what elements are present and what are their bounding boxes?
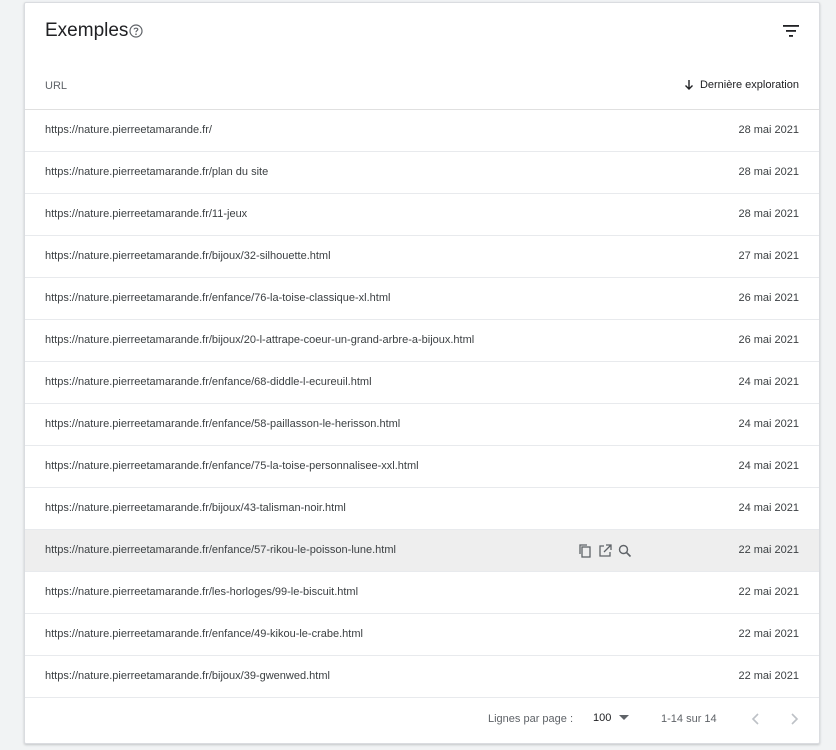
row-actions [577, 543, 633, 559]
row-url[interactable]: https://nature.pierreetamarande.fr/enfan… [45, 418, 400, 430]
table-row[interactable]: https://nature.pierreetamarande.fr/enfan… [25, 446, 819, 488]
table-row[interactable]: https://nature.pierreetamarande.fr/enfan… [25, 362, 819, 404]
examples-card: Exemples URL Dernière exploration https:… [24, 2, 820, 744]
row-last-crawl-date: 24 mai 2021 [738, 376, 799, 388]
previous-page-button[interactable] [745, 708, 767, 730]
column-header-last-crawl-label: Dernière exploration [699, 79, 799, 91]
row-url[interactable]: https://nature.pierreetamarande.fr/enfan… [45, 292, 390, 304]
column-header-url[interactable]: URL [45, 80, 67, 92]
row-url[interactable]: https://nature.pierreetamarande.fr/enfan… [45, 376, 372, 388]
chevron-right-icon [791, 713, 799, 725]
table-row[interactable]: https://nature.pierreetamarande.fr/les-h… [25, 572, 819, 614]
help-circle-icon[interactable] [129, 24, 143, 38]
table-header: URL Dernière exploration [25, 61, 819, 110]
row-last-crawl-date: 22 mai 2021 [738, 544, 799, 556]
arrow-down-icon [684, 80, 693, 90]
table-row[interactable]: https://nature.pierreetamarande.fr/bijou… [25, 488, 819, 530]
row-last-crawl-date: 22 mai 2021 [738, 628, 799, 640]
caret-down-icon [619, 715, 630, 720]
card-header: Exemples [25, 3, 819, 61]
row-last-crawl-date: 22 mai 2021 [738, 586, 799, 598]
table-body: https://nature.pierreetamarande.fr/28 ma… [25, 110, 819, 698]
filter-icon[interactable] [781, 21, 801, 41]
row-url[interactable]: https://nature.pierreetamarande.fr/bijou… [45, 334, 474, 346]
table-row[interactable]: https://nature.pierreetamarande.fr/bijou… [25, 236, 819, 278]
table-row[interactable]: https://nature.pierreetamarande.fr/enfan… [25, 530, 819, 572]
row-last-crawl-date: 24 mai 2021 [738, 418, 799, 430]
table-row[interactable]: https://nature.pierreetamarande.fr/enfan… [25, 614, 819, 656]
pagination-bar: Lignes par page : 100 1-14 sur 14 [25, 695, 819, 743]
search-icon[interactable] [617, 543, 633, 559]
row-url[interactable]: https://nature.pierreetamarande.fr/enfan… [45, 628, 363, 640]
row-url[interactable]: https://nature.pierreetamarande.fr/bijou… [45, 670, 330, 682]
table-row[interactable]: https://nature.pierreetamarande.fr/plan … [25, 152, 819, 194]
row-url[interactable]: https://nature.pierreetamarande.fr/ [45, 124, 212, 136]
chevron-left-icon [751, 713, 759, 725]
next-page-button[interactable] [783, 708, 805, 730]
row-url[interactable]: https://nature.pierreetamarande.fr/bijou… [45, 502, 346, 514]
row-last-crawl-date: 24 mai 2021 [738, 460, 799, 472]
table-row[interactable]: https://nature.pierreetamarande.fr/enfan… [25, 278, 819, 320]
table-row[interactable]: https://nature.pierreetamarande.fr/28 ma… [25, 110, 819, 152]
row-last-crawl-date: 22 mai 2021 [738, 670, 799, 682]
row-url[interactable]: https://nature.pierreetamarande.fr/enfan… [45, 544, 396, 556]
row-last-crawl-date: 24 mai 2021 [738, 502, 799, 514]
row-url[interactable]: https://nature.pierreetamarande.fr/bijou… [45, 250, 331, 262]
table-row[interactable]: https://nature.pierreetamarande.fr/bijou… [25, 320, 819, 362]
rows-per-page-label: Lignes par page : [488, 713, 574, 725]
rows-per-page-value: 100 [593, 712, 612, 724]
card-title: Exemples [45, 20, 129, 41]
row-last-crawl-date: 26 mai 2021 [738, 334, 799, 346]
table-row[interactable]: https://nature.pierreetamarande.fr/enfan… [25, 404, 819, 446]
copy-icon[interactable] [577, 543, 593, 559]
row-url[interactable]: https://nature.pierreetamarande.fr/enfan… [45, 460, 419, 472]
rows-per-page-select[interactable]: 100 [591, 709, 631, 727]
row-last-crawl-date: 28 mai 2021 [738, 208, 799, 220]
table-row[interactable]: https://nature.pierreetamarande.fr/11-je… [25, 194, 819, 236]
column-header-last-crawl[interactable]: Dernière exploration [684, 79, 799, 91]
row-last-crawl-date: 26 mai 2021 [738, 292, 799, 304]
row-url[interactable]: https://nature.pierreetamarande.fr/les-h… [45, 586, 358, 598]
row-url[interactable]: https://nature.pierreetamarande.fr/plan … [45, 166, 268, 178]
table-row[interactable]: https://nature.pierreetamarande.fr/bijou… [25, 656, 819, 698]
pagination-range: 1-14 sur 14 [661, 713, 717, 725]
row-url[interactable]: https://nature.pierreetamarande.fr/11-je… [45, 208, 247, 220]
row-last-crawl-date: 27 mai 2021 [738, 250, 799, 262]
row-last-crawl-date: 28 mai 2021 [738, 166, 799, 178]
row-last-crawl-date: 28 mai 2021 [738, 124, 799, 136]
open-in-new-icon[interactable] [597, 543, 613, 559]
